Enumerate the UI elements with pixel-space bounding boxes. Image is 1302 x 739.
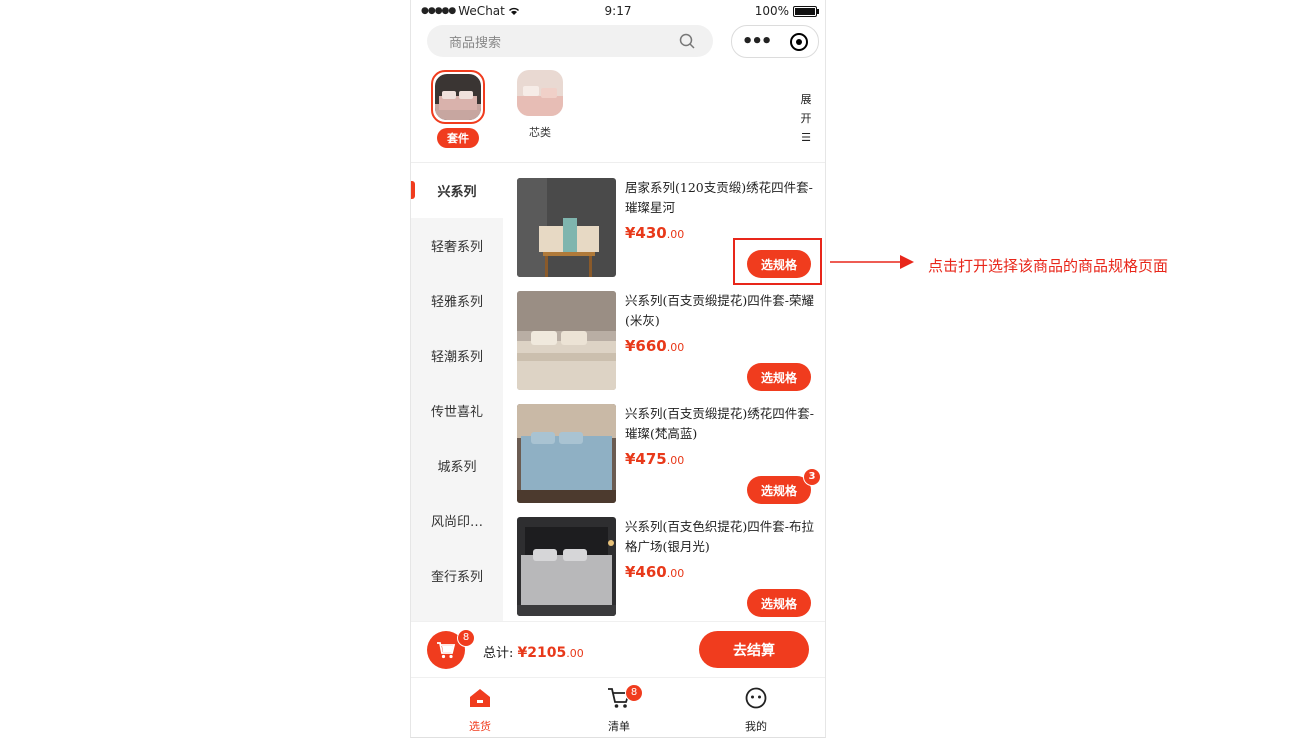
product-price: ¥660.00 — [625, 337, 684, 355]
category-thumb-ring — [431, 70, 485, 124]
product-name: 兴系列(百支色织提花)四件套-布拉格广场(银月光) — [625, 519, 814, 554]
annotation-text: 点击打开选择该商品的商品规格页面 — [928, 258, 1169, 275]
sidebar-item-label: 轻奢系列 — [430, 240, 483, 255]
cart-icon — [437, 642, 456, 659]
series-sidebar: 兴系列 轻奢系列 轻雅系列 轻潮系列 传世喜礼 城系列 风尚印… 奎行系列 — [411, 163, 503, 621]
select-spec-button[interactable]: 选规格 — [747, 589, 811, 617]
price-dec: .00 — [666, 567, 685, 580]
sidebar-item[interactable]: 奎行系列 — [411, 548, 503, 603]
category-label: 套件 — [437, 128, 479, 148]
product-name: 兴系列(百支贡缎提花)四件套-荣耀(米灰) — [625, 293, 814, 328]
battery-percent: 100% — [754, 4, 789, 18]
more-dots-icon[interactable]: ••• — [742, 32, 772, 50]
expand-button[interactable]: 展 开 ☰ — [799, 90, 813, 147]
tab-label: 选货 — [469, 720, 491, 733]
expand-char: 开 — [800, 112, 812, 125]
tab-select-goods[interactable]: 选货 — [440, 686, 520, 734]
sidebar-item-label: 城系列 — [437, 460, 477, 475]
sidebar-item-label: 风尚印… — [430, 515, 483, 530]
price-int: ¥660 — [625, 337, 667, 355]
highlight-box — [733, 238, 822, 285]
product-card[interactable]: 兴系列(百支贡缎提花)绣花四件套-璀璨(梵高蓝) ¥475.00 选规格 3 — [517, 404, 821, 504]
search-icon[interactable] — [679, 33, 695, 49]
sidebar-item-label: 轻雅系列 — [430, 295, 483, 310]
sidebar-item-label: 轻潮系列 — [430, 350, 483, 365]
tab-label: 我的 — [745, 720, 767, 733]
category-item-set[interactable]: 套件 — [430, 70, 486, 148]
sidebar-item-label: 奎行系列 — [430, 570, 483, 585]
tab-label: 清单 — [608, 720, 630, 733]
price-dec: .00 — [666, 454, 685, 467]
target-icon[interactable] — [790, 32, 809, 51]
select-spec-button[interactable]: 选规格 — [747, 476, 811, 504]
smile-face-icon — [745, 687, 767, 709]
product-list: 居家系列(120支贡缎)绣花四件套-璀璨星河 ¥430.00 选规格 兴系列(百… — [503, 163, 825, 621]
home-icon — [470, 689, 490, 707]
product-name: 兴系列(百支贡缎提花)绣花四件套-璀璨(梵高蓝) — [625, 406, 814, 441]
category-thumb — [517, 70, 563, 116]
checkout-button[interactable]: 去结算 — [699, 631, 809, 668]
product-card[interactable]: 兴系列(百支贡缎提花)四件套-荣耀(米灰) ¥660.00 选规格 — [517, 291, 817, 391]
product-image[interactable] — [517, 178, 616, 277]
category-thumb — [435, 74, 481, 120]
quantity-badge: 3 — [803, 468, 821, 486]
product-price: ¥460.00 — [625, 563, 684, 581]
product-image[interactable] — [517, 291, 616, 390]
tab-badge: 8 — [625, 684, 643, 702]
product-price: ¥475.00 — [625, 450, 684, 468]
sidebar-item-label: 传世喜礼 — [430, 405, 483, 420]
product-price: ¥430.00 — [625, 224, 684, 242]
battery: 100% — [754, 4, 819, 18]
sidebar-item-label: 兴系列 — [437, 185, 477, 200]
price-dec: .00 — [666, 341, 685, 354]
select-spec-button[interactable]: 选规格 — [747, 363, 811, 391]
category-label: 芯类 — [529, 126, 551, 139]
tab-list[interactable]: 8 清单 — [579, 684, 659, 734]
expand-char: 展 — [800, 93, 812, 106]
miniapp-capsule: ••• — [731, 25, 819, 58]
arrow-icon — [830, 255, 914, 269]
total-amount: ¥2105.00 — [518, 645, 584, 661]
battery-icon — [793, 5, 819, 17]
sidebar-item[interactable]: 传世喜礼 — [411, 383, 503, 438]
sidebar-item[interactable]: 轻雅系列 — [411, 273, 503, 328]
price-int: ¥475 — [625, 450, 667, 468]
product-name: 居家系列(120支贡缎)绣花四件套-璀璨星河 — [625, 180, 813, 215]
search-bar[interactable]: 商品搜索 — [427, 25, 713, 57]
tab-bar: 选货 8 清单 我的 — [411, 677, 825, 737]
total-label: 总计: — [483, 646, 514, 661]
sidebar-item[interactable]: 风尚印… — [411, 493, 503, 548]
total-dec: .00 — [566, 647, 584, 660]
product-image[interactable] — [517, 404, 616, 503]
tab-mine[interactable]: 我的 — [716, 686, 796, 734]
sidebar-item[interactable]: 轻奢系列 — [411, 218, 503, 273]
menu-icon: ☰ — [801, 131, 811, 144]
sidebar-item[interactable]: 城系列 — [411, 438, 503, 493]
price-dec: .00 — [666, 228, 685, 241]
search-input[interactable]: 商品搜索 — [449, 32, 679, 51]
cart-bar: 8 总计: ¥2105.00 去结算 — [411, 621, 825, 678]
sidebar-item[interactable]: 轻潮系列 — [411, 328, 503, 383]
cart-badge: 8 — [457, 629, 475, 647]
cart-total: 总计: ¥2105.00 — [483, 642, 584, 661]
product-image[interactable] — [517, 517, 616, 616]
price-int: ¥430 — [625, 224, 667, 242]
product-card[interactable]: 兴系列(百支色织提花)四件套-布拉格广场(银月光) ¥460.00 选规格 — [517, 517, 817, 617]
phone-screen: ●●●●● WeChat 9:17 100% 商品搜索 ••• 套件 芯类 展 … — [410, 0, 826, 738]
status-bar: ●●●●● WeChat 9:17 100% — [411, 0, 825, 24]
sidebar-item[interactable]: 兴系列 — [411, 163, 503, 218]
total-int: ¥2105 — [517, 645, 567, 661]
category-item-core[interactable]: 芯类 — [512, 70, 568, 140]
price-int: ¥460 — [625, 563, 667, 581]
